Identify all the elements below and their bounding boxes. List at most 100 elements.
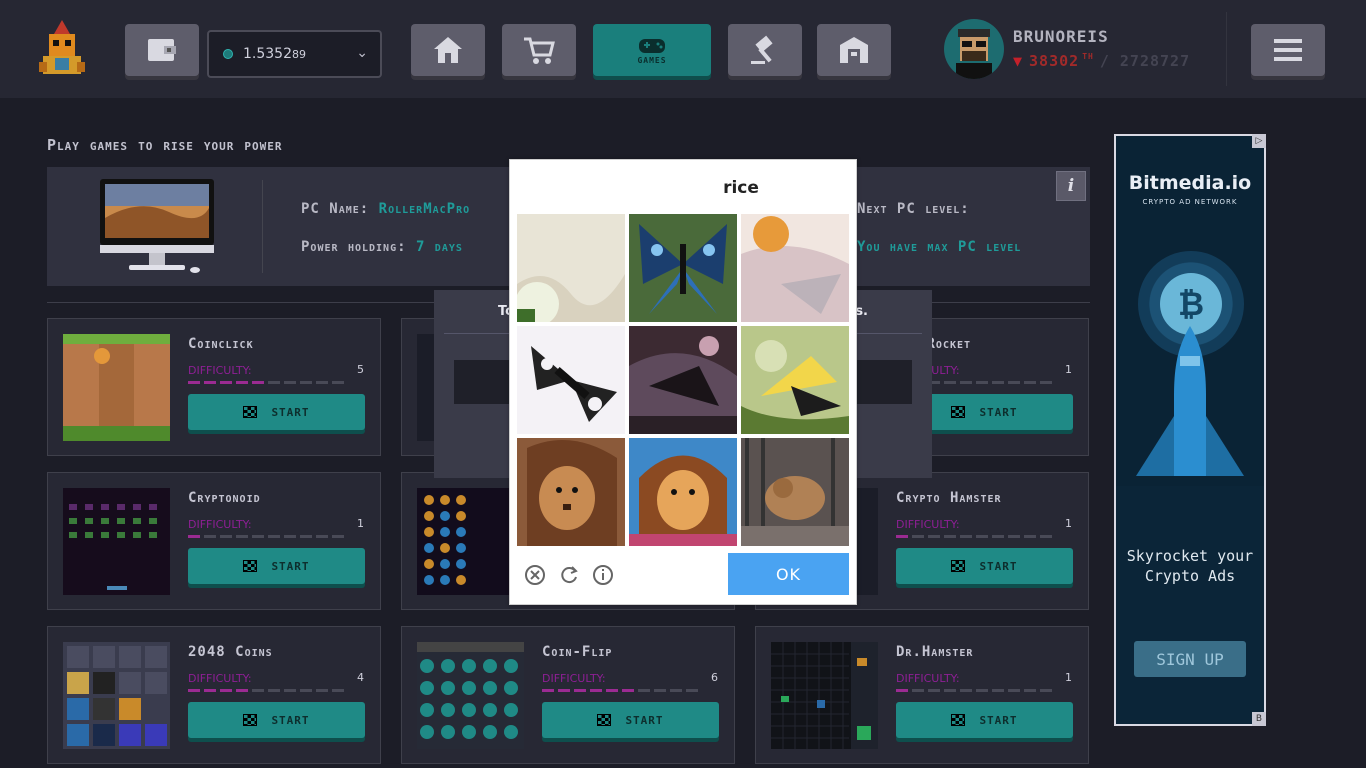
nav-market-button[interactable] — [502, 24, 576, 76]
difficulty-segment — [1024, 689, 1036, 692]
start-label: START — [979, 713, 1018, 727]
game-thumbnail[interactable] — [417, 488, 524, 595]
wallet-button[interactable] — [125, 24, 199, 76]
ad-choices-icon[interactable]: ▷ — [1252, 134, 1266, 148]
captcha-ok-button[interactable]: OK — [728, 553, 849, 595]
ad-signup-button[interactable]: SIGN UP — [1134, 641, 1246, 677]
difficulty-bar — [188, 535, 365, 538]
user-avatar[interactable] — [944, 19, 1004, 79]
nav-hall-button[interactable] — [817, 24, 891, 76]
difficulty-value: 4 — [357, 671, 364, 684]
difficulty-segment — [236, 535, 248, 538]
home-icon — [434, 37, 462, 63]
difficulty-segment — [944, 535, 956, 538]
difficulty-segment — [606, 689, 618, 692]
difficulty-segment — [252, 689, 264, 692]
difficulty-segment — [188, 381, 200, 384]
app-logo[interactable] — [37, 18, 87, 78]
balance-main: 1.5352 — [243, 46, 292, 62]
captcha-tile-1[interactable] — [517, 214, 625, 322]
start-button[interactable]: START — [896, 548, 1073, 584]
start-button[interactable]: START — [896, 702, 1073, 738]
pc-name-label: PC Name: — [301, 201, 370, 217]
difficulty-segment — [1024, 535, 1036, 538]
start-button[interactable]: START — [188, 702, 365, 738]
ad-subtitle: CRYPTO AD NETWORK — [1142, 198, 1238, 206]
difficulty-segment — [1040, 381, 1052, 384]
difficulty-label: DIFFICULTY: — [188, 672, 252, 685]
hamburger-icon — [1274, 39, 1302, 61]
game-card: Coinclick DIFFICULTY: 5 START — [47, 318, 381, 456]
difficulty-label: DIFFICULTY: — [188, 518, 252, 531]
difficulty-segment — [316, 689, 328, 692]
nav-games-label: GAMES — [637, 56, 667, 65]
checkered-flag-icon — [243, 560, 258, 572]
difficulty-segment — [960, 535, 972, 538]
difficulty-segment — [960, 689, 972, 692]
gamepad-icon — [639, 39, 665, 53]
power-holding-value: 7 days — [415, 239, 463, 255]
difficulty-segment — [1008, 381, 1020, 384]
start-button[interactable]: START — [542, 702, 719, 738]
refresh-icon[interactable] — [558, 564, 580, 586]
captcha-tile-6[interactable] — [741, 326, 849, 434]
chevron-down-icon: ⌄ — [356, 45, 368, 61]
difficulty-label: DIFFICULTY: — [542, 672, 606, 685]
difficulty-segment — [558, 689, 570, 692]
captcha-tile-9[interactable] — [741, 438, 849, 546]
difficulty-segment — [300, 535, 312, 538]
start-button[interactable]: START — [188, 548, 365, 584]
checkered-flag-icon — [951, 714, 966, 726]
info-button[interactable]: i — [1056, 171, 1086, 201]
difficulty-bar — [542, 689, 719, 692]
next-pc-level-value: You have max PC level — [857, 239, 1022, 255]
cart-icon — [524, 37, 555, 64]
wallet-balance-select[interactable]: 1.535289 ⌄ — [207, 30, 382, 78]
checkered-flag-icon — [597, 714, 612, 726]
difficulty-segment — [944, 689, 956, 692]
nav-auction-button[interactable] — [728, 24, 802, 76]
captcha-tile-4[interactable] — [517, 326, 625, 434]
gavel-icon — [751, 35, 773, 64]
game-thumbnail[interactable] — [417, 642, 524, 749]
nav-games-button[interactable]: GAMES — [593, 24, 711, 76]
difficulty-segment — [316, 381, 328, 384]
ad-banner[interactable]: Bitmedia.io CRYPTO AD NETWORK ₿ Skyrocke… — [1114, 134, 1266, 726]
building-icon — [840, 37, 868, 63]
power-unit: TH — [1082, 52, 1094, 61]
username[interactable]: BRUNOREIS — [1013, 27, 1109, 46]
difficulty-segment — [976, 381, 988, 384]
captcha-tile-5[interactable] — [629, 326, 737, 434]
difficulty-segment — [670, 689, 682, 692]
difficulty-segment — [284, 689, 296, 692]
difficulty-segment — [300, 381, 312, 384]
close-icon[interactable] — [524, 564, 546, 586]
captcha-tile-2[interactable] — [629, 214, 737, 322]
difficulty-segment — [1040, 689, 1052, 692]
background-dialog-text-right: s. — [855, 304, 868, 319]
power-holding-label: Power holding: — [301, 239, 407, 255]
difficulty-segment — [654, 689, 666, 692]
difficulty-value: 1 — [1065, 671, 1072, 684]
ad-badge-icon[interactable]: B — [1252, 712, 1266, 726]
game-thumbnail[interactable] — [63, 488, 170, 595]
captcha-tile-8[interactable] — [629, 438, 737, 546]
difficulty-segment — [992, 689, 1004, 692]
game-title: 2048 Coins — [188, 644, 273, 660]
game-thumbnail[interactable] — [771, 642, 878, 749]
menu-button[interactable] — [1251, 24, 1325, 76]
game-thumbnail[interactable] — [63, 642, 170, 749]
difficulty-segment — [976, 535, 988, 538]
difficulty-segment — [220, 381, 232, 384]
start-button[interactable]: START — [188, 394, 365, 430]
difficulty-value: 5 — [357, 363, 364, 376]
difficulty-segment — [542, 689, 554, 692]
game-thumbnail[interactable] — [63, 334, 170, 441]
start-label: START — [271, 559, 310, 573]
difficulty-segment — [316, 535, 328, 538]
captcha-tile-7[interactable] — [517, 438, 625, 546]
info-circle-icon[interactable] — [592, 564, 614, 586]
difficulty-segment — [1024, 381, 1036, 384]
nav-home-button[interactable] — [411, 24, 485, 76]
captcha-tile-3[interactable] — [741, 214, 849, 322]
